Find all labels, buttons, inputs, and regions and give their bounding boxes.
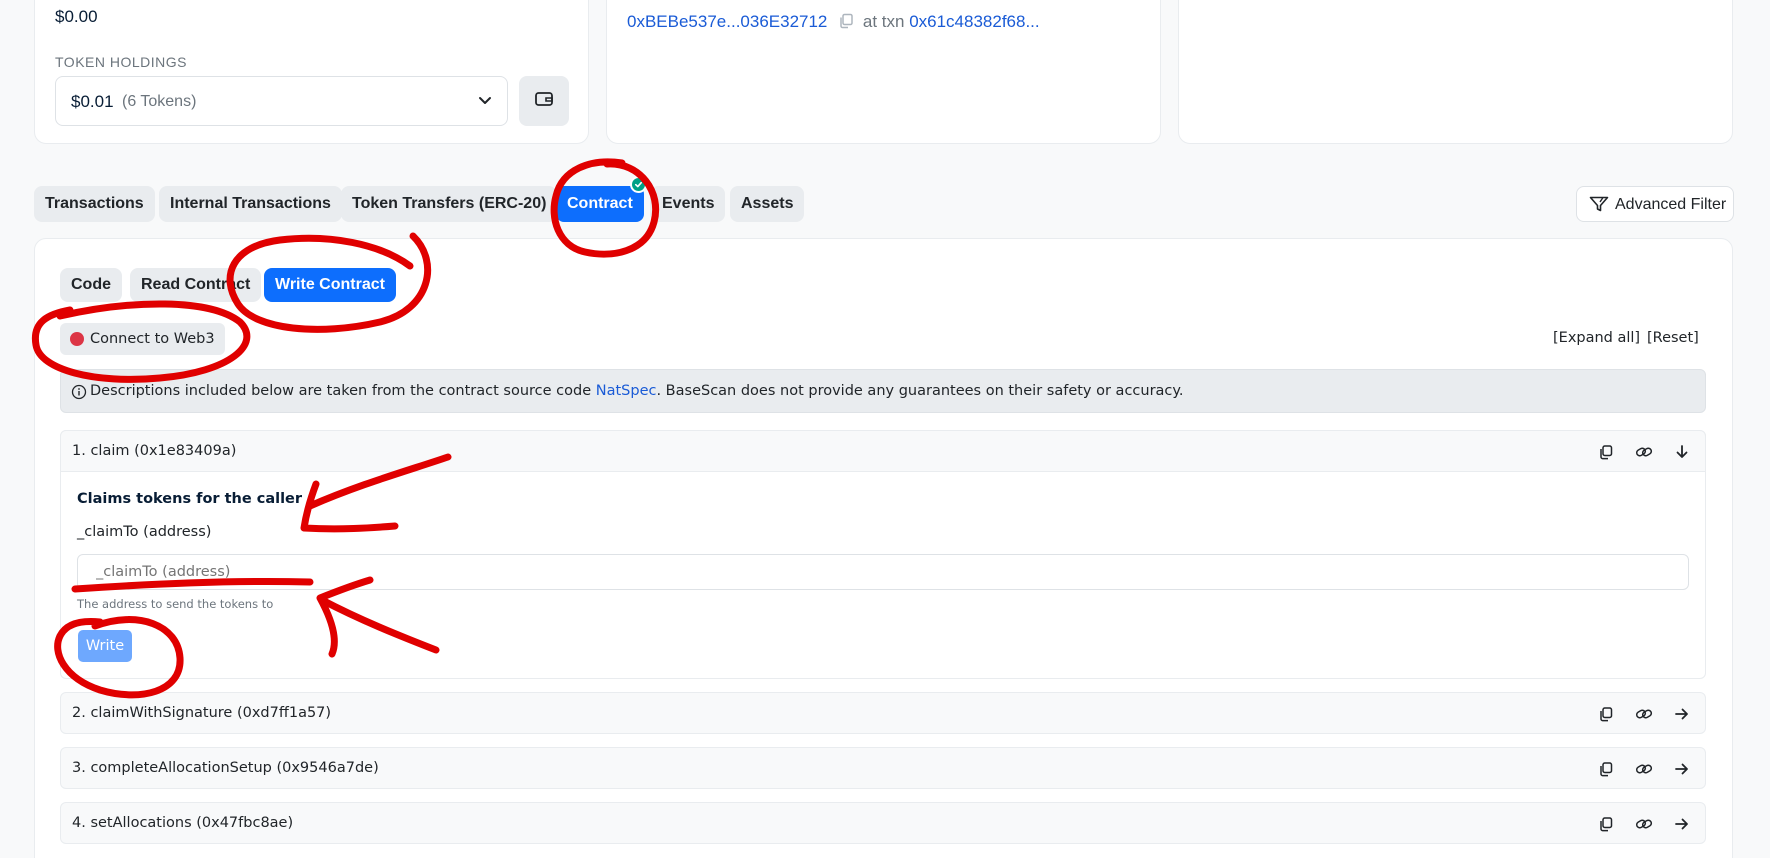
more-info-card: 0xBEBe537e...036E32712 at txn 0x61c48382…	[606, 0, 1161, 144]
claim-to-address-input[interactable]	[77, 554, 1689, 590]
link-icon[interactable]	[1633, 704, 1655, 724]
natspec-notice: Descriptions included below are taken fr…	[60, 369, 1706, 413]
verified-check-icon	[630, 176, 647, 193]
notice-text: Descriptions included below are taken fr…	[90, 383, 592, 399]
status-dot-icon	[70, 332, 84, 346]
param-label: _claimTo (address)	[77, 524, 212, 540]
tab-internal-transactions[interactable]: Internal Transactions	[159, 186, 342, 222]
overview-card: $0.00 TOKEN HOLDINGS $0.01 (6 Tokens)	[34, 0, 589, 144]
link-icon[interactable]	[1633, 442, 1655, 462]
arrow-right-icon[interactable]	[1671, 814, 1693, 834]
creator-address-link[interactable]: 0xBEBe537e...036E32712	[627, 12, 827, 31]
copy-icon[interactable]	[1595, 704, 1617, 724]
function-title: 3. completeAllocationSetup (0x9546a7de)	[72, 760, 379, 776]
arrow-right-icon[interactable]	[1671, 759, 1693, 779]
tab-code[interactable]: Code	[60, 268, 122, 302]
tab-contract[interactable]: Contract	[556, 186, 644, 222]
tab-token-transfers[interactable]: Token Transfers (ERC-20)	[341, 186, 558, 222]
function-title: 2. claimWithSignature (0xd7ff1a57)	[72, 705, 332, 721]
tab-read-contract[interactable]: Read Contract	[130, 268, 262, 302]
write-button[interactable]: Write	[78, 630, 132, 662]
info-icon	[71, 384, 87, 404]
natspec-link[interactable]: NatSpec	[596, 383, 657, 399]
token-holdings-label: TOKEN HOLDINGS	[55, 54, 187, 70]
notice-text-after: . BaseScan does not provide any guarante…	[656, 383, 1184, 399]
advanced-filter-label: Advanced Filter	[1615, 196, 1727, 213]
filter-icon	[1589, 196, 1609, 217]
link-icon[interactable]	[1633, 759, 1655, 779]
creation-txn-link[interactable]: 0x61c48382f68...	[909, 12, 1039, 31]
token-count: (6 Tokens)	[122, 93, 197, 110]
copy-icon[interactable]	[1595, 442, 1617, 462]
wallet-button[interactable]	[519, 76, 569, 126]
contract-creator: 0xBEBe537e...036E32712 at txn 0x61c48382…	[627, 12, 1040, 34]
copy-icon[interactable]	[838, 13, 854, 34]
copy-icon[interactable]	[1595, 759, 1617, 779]
arrow-down-icon[interactable]	[1671, 442, 1693, 462]
function-title: 4. setAllocations (0x47fbc8ae)	[72, 815, 294, 831]
tab-transactions[interactable]: Transactions	[34, 186, 155, 222]
advanced-filter-button[interactable]: Advanced Filter	[1576, 186, 1734, 222]
tab-events[interactable]: Events	[650, 186, 726, 222]
arrow-right-icon[interactable]	[1671, 704, 1693, 724]
connect-web3-button[interactable]: Connect to Web3	[60, 323, 225, 355]
link-icon[interactable]	[1633, 814, 1655, 834]
chevron-down-icon	[477, 92, 493, 113]
function-claim-with-signature[interactable]: 2. claimWithSignature (0xd7ff1a57)	[60, 692, 1706, 734]
multichain-card	[1178, 0, 1733, 144]
token-value: $0.01	[71, 92, 114, 111]
connect-web3-label: Connect to Web3	[90, 331, 215, 347]
at-txn-label: at txn	[862, 12, 905, 31]
expand-all-link[interactable]: [Expand all]	[1553, 330, 1640, 346]
token-holdings-dropdown[interactable]: $0.01 (6 Tokens)	[55, 76, 508, 126]
function-claim-header[interactable]: 1. claim (0x1e83409a)	[60, 430, 1706, 472]
wallet-icon	[534, 90, 554, 113]
function-complete-allocation-setup[interactable]: 3. completeAllocationSetup (0x9546a7de)	[60, 747, 1706, 789]
function-set-allocations[interactable]: 4. setAllocations (0x47fbc8ae)	[60, 802, 1706, 844]
reset-link[interactable]: [Reset]	[1647, 330, 1699, 346]
copy-icon[interactable]	[1595, 814, 1617, 834]
tab-assets[interactable]: Assets	[730, 186, 805, 222]
eth-value: $0.00	[55, 7, 98, 26]
param-help-text: The address to send the tokens to	[77, 597, 274, 611]
tab-write-contract[interactable]: Write Contract	[264, 268, 396, 302]
function-description: Claims tokens for the caller	[77, 491, 303, 507]
function-title: 1. claim (0x1e83409a)	[72, 443, 237, 459]
